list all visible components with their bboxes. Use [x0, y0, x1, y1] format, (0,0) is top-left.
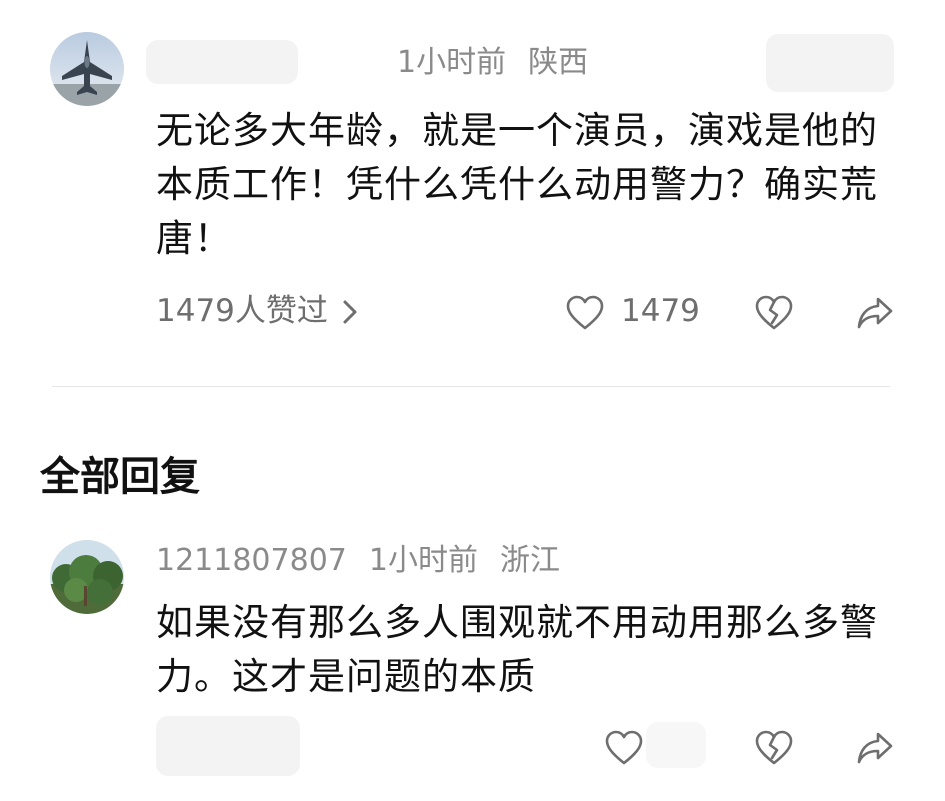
comment-text: 无论多大年龄，就是一个演员，演戏是他的本质工作！凭什么凭什么动用警力？确实荒唐！	[156, 109, 878, 260]
replies-section-title: 全部回复	[40, 454, 200, 500]
commenter-avatar[interactable]	[50, 32, 124, 106]
reply-time: 1小时前	[368, 543, 478, 578]
comment-meta: 1小时前 陕西	[397, 48, 588, 78]
liked-by-link[interactable]: 1479人赞过	[156, 296, 328, 327]
reply-text: 如果没有那么多人围观就不用动用那么多警力。这才是问题的本质	[156, 601, 878, 698]
reply-username[interactable]: 1211807807	[156, 543, 347, 578]
follow-button-redacted[interactable]	[766, 34, 894, 92]
username-redacted	[146, 40, 298, 84]
like-count: 1479	[621, 293, 700, 329]
share-icon[interactable]	[856, 730, 894, 766]
divider	[52, 386, 890, 387]
broken-heart-icon[interactable]	[755, 295, 793, 331]
share-icon[interactable]	[856, 295, 894, 331]
heart-icon[interactable]	[605, 730, 643, 766]
reply-like-count-redacted	[646, 722, 706, 768]
reply-avatar[interactable]	[50, 540, 124, 614]
reply-location: 浙江	[499, 543, 560, 578]
comment-location: 陕西	[528, 45, 589, 80]
broken-heart-icon[interactable]	[755, 730, 793, 766]
reply-action-redacted[interactable]	[156, 716, 300, 776]
liked-by-label: 1479人赞过	[156, 293, 328, 329]
reply-meta: 1211807807 1小时前 浙江	[156, 546, 560, 576]
heart-icon[interactable]	[566, 295, 604, 331]
chevron-right-icon	[342, 298, 358, 326]
comment-time: 1小时前	[397, 45, 507, 80]
